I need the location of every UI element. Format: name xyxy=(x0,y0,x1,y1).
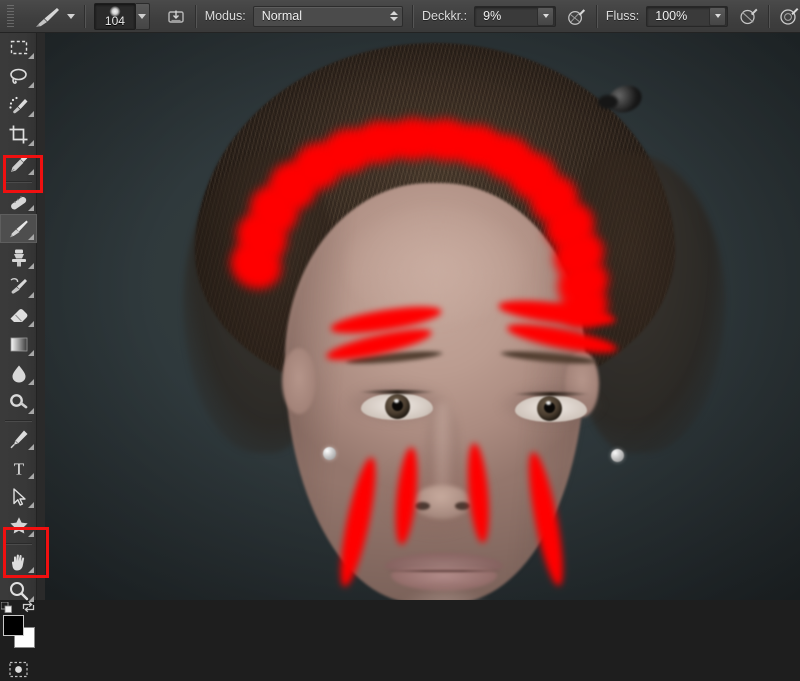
tablet-pressure-opacity-icon[interactable] xyxy=(566,4,587,29)
options-divider-2 xyxy=(194,4,196,28)
sidebar-item-clone-stamp[interactable] xyxy=(0,243,37,272)
image-canvas[interactable] xyxy=(45,33,800,600)
opacity-value: 9% xyxy=(483,9,502,23)
svg-text:T: T xyxy=(13,459,24,478)
sidebar-item-history-brush[interactable] xyxy=(0,272,37,301)
color-swatches xyxy=(0,601,37,653)
toolbar-edge xyxy=(37,33,45,600)
opacity-label: Deckkr.: xyxy=(421,9,468,23)
sidebar-item-blur[interactable] xyxy=(0,359,37,388)
sidebar-item-eyedropper[interactable] xyxy=(0,149,37,178)
photo-vignette xyxy=(45,33,800,600)
sidebar-item-hand[interactable] xyxy=(0,547,37,576)
flow-field[interactable]: 100% xyxy=(646,5,729,27)
toolbar-divider-3 xyxy=(4,543,32,544)
sidebar-item-crop[interactable] xyxy=(0,120,37,149)
sidebar-item-shape[interactable] xyxy=(0,511,37,540)
foreground-color-swatch[interactable] xyxy=(3,615,24,636)
sidebar-item-dodge[interactable] xyxy=(0,388,37,417)
options-divider-4 xyxy=(596,4,597,28)
brush-size-field[interactable]: 104 xyxy=(93,2,136,30)
quick-mask-toggle[interactable] xyxy=(0,657,37,681)
sidebar-item-type[interactable]: T xyxy=(0,453,37,482)
tools-panel: T xyxy=(0,33,37,677)
opacity-field[interactable]: 9% xyxy=(474,5,557,27)
sidebar-item-path-select[interactable] xyxy=(0,482,37,511)
airbrush-toggle-icon[interactable] xyxy=(778,4,800,29)
options-divider-1 xyxy=(84,4,85,28)
sidebar-item-brush[interactable] xyxy=(0,214,37,243)
brush-tip-preview-icon xyxy=(109,5,121,17)
brush-preset-preview-icon[interactable] xyxy=(33,4,63,28)
sidebar-item-eraser[interactable] xyxy=(0,301,37,330)
flow-label: Fluss: xyxy=(605,9,640,23)
sidebar-item-marquee[interactable] xyxy=(0,33,37,62)
flow-chevron-down-icon[interactable] xyxy=(709,6,727,26)
blend-mode-stepper-icon xyxy=(390,11,399,21)
brush-size-chevron-down-icon[interactable] xyxy=(135,2,150,30)
blend-mode-select[interactable]: Normal xyxy=(252,5,404,27)
toolbar-divider-2 xyxy=(4,420,32,421)
flow-value: 100% xyxy=(655,9,688,23)
brush-preset-chevron-down-icon[interactable] xyxy=(67,13,76,19)
sidebar-item-pen[interactable] xyxy=(0,424,37,453)
tablet-pressure-size-icon[interactable] xyxy=(166,4,186,28)
options-divider-5 xyxy=(768,4,770,28)
options-divider-3 xyxy=(412,4,413,28)
photoshop-window: 104 Modus: Normal Deckkr.: 9% Fluss: 100… xyxy=(0,0,800,677)
toolbar-divider-1 xyxy=(4,181,32,182)
options-bar-grip[interactable] xyxy=(6,5,16,27)
blend-mode-value: Normal xyxy=(261,9,302,23)
sidebar-item-gradient[interactable] xyxy=(0,330,37,359)
options-bar: 104 Modus: Normal Deckkr.: 9% Fluss: 100… xyxy=(0,0,800,33)
sidebar-item-healing-brush[interactable] xyxy=(0,185,37,214)
opacity-chevron-down-icon[interactable] xyxy=(537,6,555,26)
tablet-pressure-flow-icon[interactable] xyxy=(738,4,759,29)
mode-label: Modus: xyxy=(204,9,246,23)
sidebar-item-lasso[interactable] xyxy=(0,62,37,91)
swap-colors-icon[interactable] xyxy=(22,601,35,616)
sidebar-item-quick-select[interactable] xyxy=(0,91,37,120)
